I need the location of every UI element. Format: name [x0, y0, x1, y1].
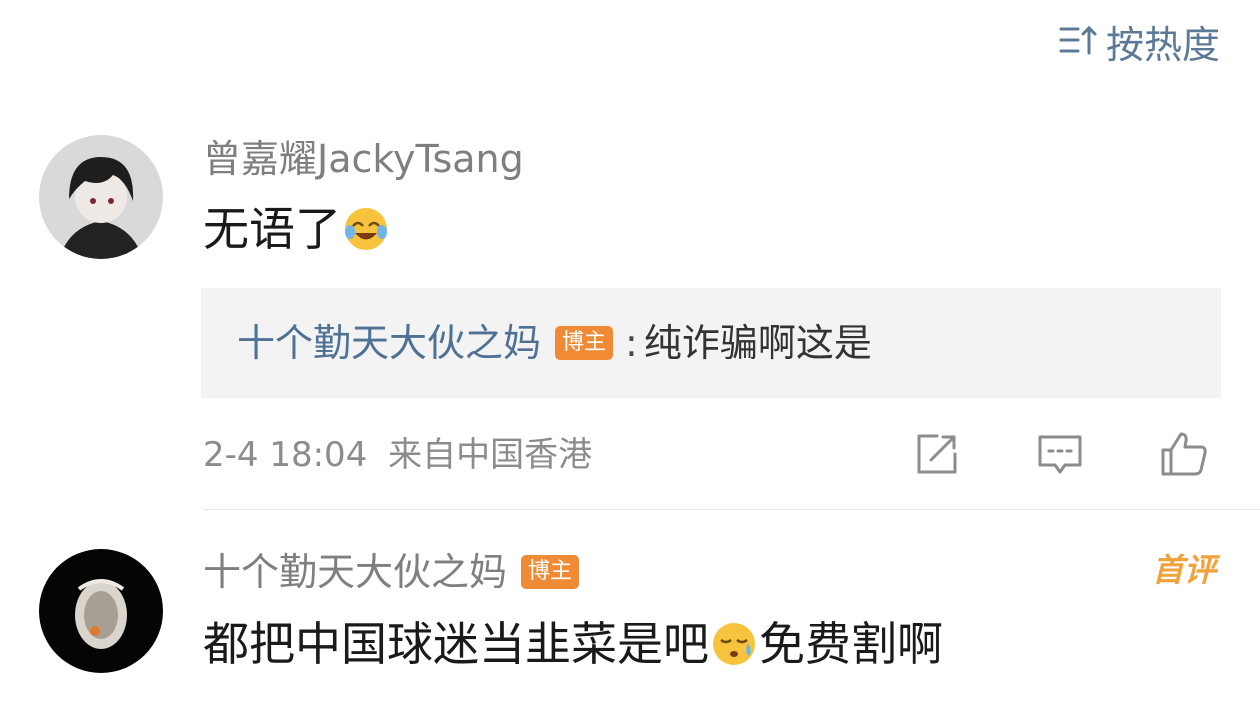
like-icon — [1161, 432, 1207, 476]
avatar[interactable] — [39, 135, 163, 259]
comment-username-row: 十个勤天大伙之妈 博主 — [203, 549, 580, 595]
comment-button[interactable] — [1034, 428, 1086, 480]
divider — [203, 509, 1260, 510]
laughing-crying-emoji — [345, 208, 387, 250]
sort-button[interactable]: 按热度 — [1058, 22, 1220, 67]
comment-username[interactable]: 十个勤天大伙之妈 — [203, 549, 507, 595]
reply-username[interactable]: 十个勤天大伙之妈 — [237, 320, 541, 366]
comment-icon — [1038, 435, 1082, 474]
first-comment-tag: 首评 — [1151, 551, 1216, 589]
sort-label: 按热度 — [1105, 22, 1220, 67]
share-button[interactable] — [910, 428, 962, 480]
comment-username[interactable]: 曾嘉耀JackyTsang — [203, 136, 524, 182]
avatar[interactable] — [39, 549, 163, 673]
share-icon — [917, 434, 957, 474]
timestamp: 2-4 18:04 — [203, 435, 368, 475]
comment-text: 都把中国球迷当韭菜是吧 免费割啊 — [203, 617, 943, 671]
reply-text: 纯诈骗啊这是 — [643, 321, 872, 365]
sweat-emoji — [713, 623, 755, 665]
blogger-badge: 博主 — [555, 326, 614, 360]
comment-meta: 2-4 18:04 来自中国香港 — [203, 432, 592, 478]
sort-icon — [1058, 22, 1098, 67]
reply-colon: : — [625, 321, 638, 365]
location: 来自中国香港 — [388, 435, 593, 475]
blogger-badge: 博主 — [521, 555, 580, 589]
comment-text: 无语了 — [203, 201, 391, 257]
reply-preview[interactable]: 十个勤天大伙之妈 博主 : 纯诈骗啊这是 — [201, 288, 1221, 398]
like-button[interactable] — [1158, 428, 1210, 480]
